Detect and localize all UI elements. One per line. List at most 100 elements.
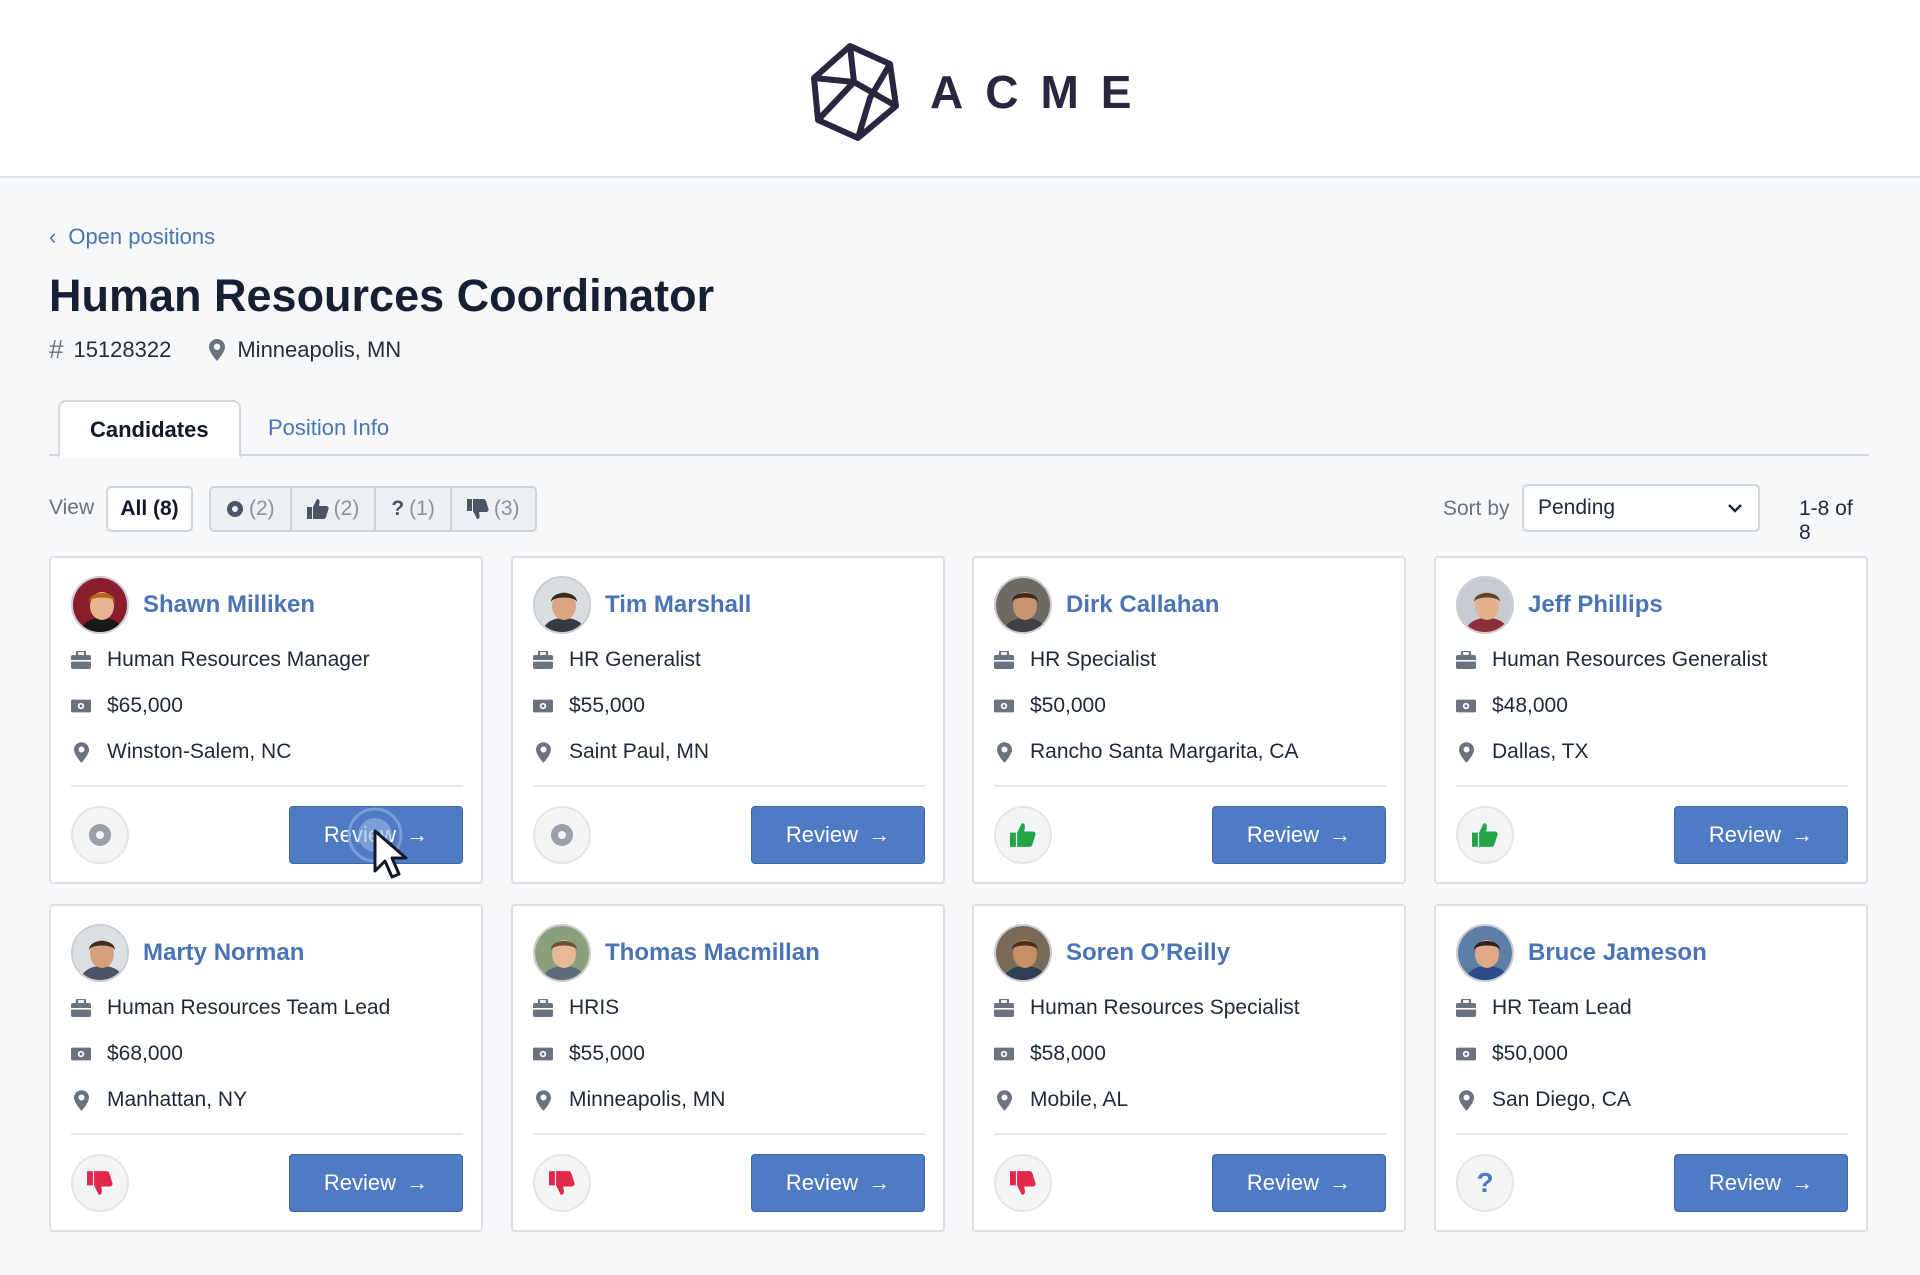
candidate-salary-row: $65,000 [71,694,183,718]
candidate-title-row: Human Resources Generalist [1456,648,1767,672]
map-pin-icon [71,1089,91,1111]
candidate-title: Human Resources Team Lead [107,996,391,1019]
hash-icon: # [49,334,64,364]
money-icon [533,1047,553,1061]
candidate-location: Dallas, TX [1492,740,1589,763]
review-button[interactable]: Review → [1674,806,1848,864]
briefcase-icon [994,999,1014,1017]
pending-dot-icon [89,824,111,846]
candidate-title: Human Resources Specialist [1030,996,1300,1019]
candidate-title: HRIS [569,996,620,1019]
review-button[interactable]: Review → [289,806,463,864]
candidate-title: HR Specialist [1030,648,1157,671]
breadcrumb-link[interactable]: Open positions [68,224,215,250]
candidate-name[interactable]: Bruce Jameson [1528,939,1707,967]
candidate-name[interactable]: Tim Marshall [605,591,751,619]
candidate-salary: $55,000 [569,1042,645,1065]
brand-logo[interactable]: ACME [810,42,1153,142]
review-label: Review [785,822,859,847]
breadcrumb[interactable]: ‹ Open positions [49,224,215,250]
candidate-title: HR Team Lead [1492,996,1632,1019]
avatar [994,924,1052,982]
arrow-right-icon: → [1791,822,1814,847]
status-toggle-button[interactable] [533,806,591,864]
arrow-right-icon: → [406,822,429,847]
pending-dot-icon [226,500,244,518]
filter-question-button[interactable]: ? (1) [376,488,452,530]
status-toggle-button[interactable] [994,806,1052,864]
candidate-location: Rancho Santa Margarita, CA [1030,740,1299,763]
review-button[interactable]: Review → [1674,1154,1848,1212]
review-label: Review [1246,1170,1320,1195]
candidate-name[interactable]: Shawn Milliken [143,591,315,619]
question-icon: ? [1476,1167,1494,1198]
candidate-salary: $68,000 [107,1042,183,1065]
status-toggle-button[interactable]: ? [1456,1154,1514,1212]
top-header: ACME [0,0,1920,178]
candidate-location: Minneapolis, MN [569,1088,726,1111]
candidate-title-row: Human Resources Team Lead [71,996,390,1020]
card-divider [994,1133,1386,1135]
candidate-salary-row: $58,000 [994,1042,1106,1066]
candidate-location: Winston-Salem, NC [107,740,292,763]
review-button[interactable]: Review → [1212,1154,1386,1212]
thumbs-down-icon [1010,1171,1036,1195]
candidate-card: Dirk Callahan HR Specialist $50,000 Rancho … [972,556,1406,884]
candidate-title-row: HR Team Lead [1456,996,1632,1020]
thumbs-down-icon [466,499,489,519]
avatar [71,576,129,634]
review-button[interactable]: Review → [1212,806,1386,864]
candidate-salary: $55,000 [569,694,645,717]
candidate-card: Shawn Milliken Human Resources Manager $65… [49,556,483,884]
review-button[interactable]: Review → [289,1154,463,1212]
candidate-name[interactable]: Dirk Callahan [1066,591,1219,619]
candidate-name[interactable]: Marty Norman [143,939,304,967]
candidate-card: Bruce Jameson HR Team Lead $50,000 San Dieg… [1434,904,1868,1232]
filter-all-button[interactable]: All (8) [106,486,193,532]
review-label: Review [323,1170,397,1195]
status-toggle-button[interactable] [994,1154,1052,1212]
money-icon [533,699,553,713]
avatar [533,924,591,982]
filter-pending-button[interactable]: (2) [211,488,292,530]
candidate-name[interactable]: Thomas Macmillan [605,939,820,967]
avatar [994,576,1052,634]
tab-candidates[interactable]: Candidates [58,400,241,458]
candidate-title: HR Generalist [569,648,701,671]
chevron-left-icon: ‹ [49,224,57,249]
status-toggle-button[interactable] [71,1154,129,1212]
avatar [533,576,591,634]
candidate-location-row: Minneapolis, MN [533,1088,725,1112]
review-label: Review [785,1170,859,1195]
candidate-salary-row: $50,000 [994,694,1106,718]
filter-thumbs-down-button[interactable]: (3) [452,488,535,530]
person-photo-icon [1458,926,1512,980]
map-pin-icon [209,338,226,361]
candidate-location-row: San Diego, CA [1456,1088,1631,1112]
brand-name: ACME [930,66,1154,118]
map-pin-icon [533,741,553,763]
status-toggle-button[interactable] [71,806,129,864]
status-toggle-button[interactable] [1456,806,1514,864]
position-id: # 15128322 [49,334,172,364]
review-label: Review [1246,822,1320,847]
arrow-right-icon: → [1791,1170,1814,1195]
candidate-location-row: Mobile, AL [994,1088,1128,1112]
candidate-title: Human Resources Generalist [1492,648,1768,671]
card-divider [533,785,925,787]
review-button[interactable]: Review → [751,1154,925,1212]
filter-thumbs-up-button[interactable]: (2) [292,488,377,530]
sort-dropdown[interactable]: Pending [1522,484,1760,532]
candidate-location: San Diego, CA [1492,1088,1631,1111]
review-button[interactable]: Review → [751,806,925,864]
candidate-card: Jeff Phillips Human Resources Generalist $… [1434,556,1868,884]
briefcase-icon [1456,999,1476,1017]
candidate-title-row: Human Resources Manager [71,648,370,672]
candidate-location-row: Saint Paul, MN [533,740,709,764]
candidate-title-row: HR Specialist [994,648,1156,672]
candidate-name[interactable]: Soren O’Reilly [1066,939,1230,967]
sort-value: Pending [1538,496,1616,519]
tab-position-info[interactable]: Position Info [238,400,419,458]
status-toggle-button[interactable] [533,1154,591,1212]
candidate-name[interactable]: Jeff Phillips [1528,591,1663,619]
